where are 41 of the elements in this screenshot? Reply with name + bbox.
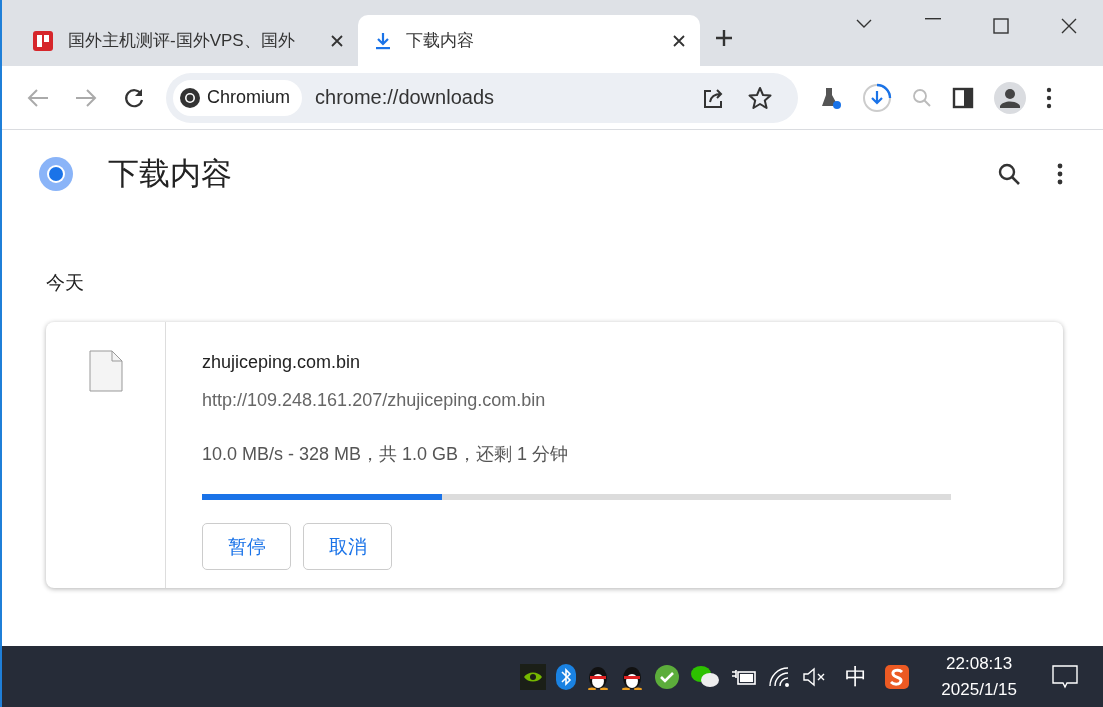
more-menu-icon[interactable] xyxy=(1057,163,1063,185)
search-icon[interactable] xyxy=(997,162,1021,186)
browser-tab[interactable]: 下载内容 xyxy=(358,15,700,66)
star-icon[interactable] xyxy=(748,85,772,110)
chromium-logo-icon xyxy=(179,86,201,109)
close-icon[interactable] xyxy=(1061,18,1077,34)
file-url: http://109.248.161.207/zhujiceping.com.bin xyxy=(202,390,547,411)
download-icon xyxy=(374,30,392,51)
more-menu-icon[interactable] xyxy=(1046,86,1052,109)
action-button[interactable]: 暂停 xyxy=(202,523,291,570)
side-panel-icon[interactable] xyxy=(952,86,974,109)
download-status: 10.0 MB/s - 328 MB，共 1.0 GB，还剩 1 分钟 xyxy=(202,443,570,466)
chevron-down-icon[interactable] xyxy=(855,18,873,30)
site-favicon xyxy=(32,29,54,52)
close-icon[interactable] xyxy=(672,33,686,48)
browser-tab[interactable]: 国外主机测评-国外VPS、国外 xyxy=(16,15,358,66)
clock-date: 2025/1/15 xyxy=(941,679,1017,700)
profile-avatar-icon[interactable] xyxy=(994,81,1026,114)
reload-icon[interactable] xyxy=(123,86,145,109)
ime-logo-icon[interactable] xyxy=(884,663,911,690)
notification-icon[interactable] xyxy=(1052,663,1078,690)
date-heading: 今天 xyxy=(46,271,85,295)
chrome-logo-icon xyxy=(38,156,74,192)
page-title: 下载内容 xyxy=(108,155,232,193)
close-icon[interactable] xyxy=(330,33,344,48)
download-progress-icon[interactable] xyxy=(862,82,892,113)
new-tab-icon[interactable] xyxy=(714,28,734,48)
chat-bubbles-icon[interactable] xyxy=(690,663,721,690)
bluetooth-icon[interactable] xyxy=(556,663,577,690)
origin-chip[interactable]: Chromium xyxy=(173,79,302,116)
address-bar[interactable]: Chromium chrome://downloads xyxy=(166,72,798,123)
share-icon[interactable] xyxy=(702,86,724,109)
file-icon xyxy=(88,350,123,392)
action-button[interactable]: 取消 xyxy=(303,523,392,570)
maximize-icon[interactable] xyxy=(993,18,1009,34)
minimize-icon[interactable] xyxy=(925,18,941,20)
file-name: zhujiceping.com.bin xyxy=(202,352,362,373)
input-method-indicator[interactable]: 中 xyxy=(845,661,868,692)
clock-time: 22:08:13 xyxy=(946,653,1013,674)
url-text: chrome://downloads xyxy=(315,86,494,109)
system-clock[interactable]: 22:08:13 2025/1/15 xyxy=(941,653,1017,700)
